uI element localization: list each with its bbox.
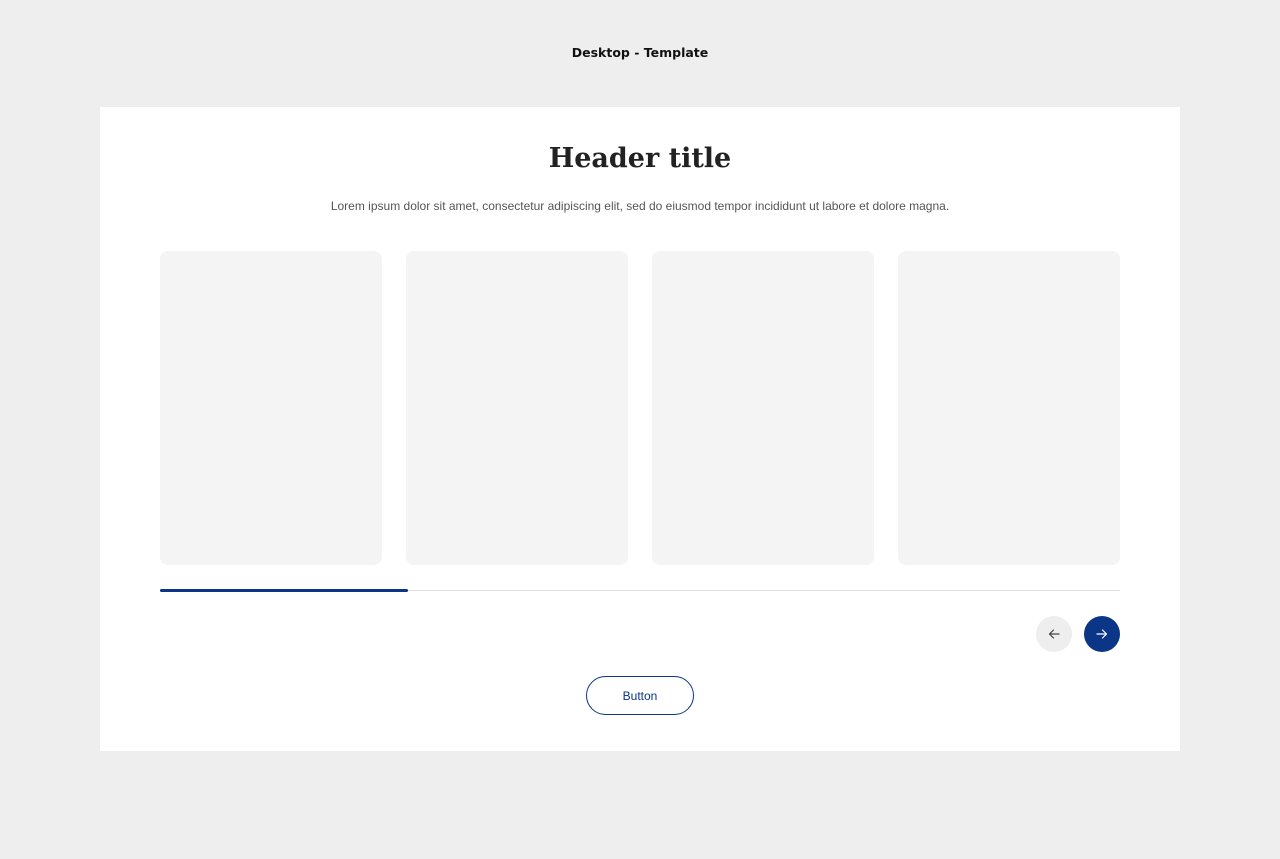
carousel-card[interactable] xyxy=(898,251,1120,565)
carousel-card[interactable] xyxy=(406,251,628,565)
header-title: Header title xyxy=(548,143,732,174)
arrow-right-icon xyxy=(1096,629,1108,639)
carousel-progress-fill xyxy=(160,589,408,592)
carousel-prev-button[interactable] xyxy=(1036,616,1072,652)
cta-button[interactable]: Button xyxy=(586,676,694,715)
carousel-cards xyxy=(160,251,1120,565)
carousel-card[interactable] xyxy=(652,251,874,565)
page-label: Desktop - Template xyxy=(571,45,709,60)
template-frame: Header title Lorem ipsum dolor sit amet,… xyxy=(100,107,1180,751)
carousel-progress-track[interactable] xyxy=(160,589,1120,592)
header-subtitle: Lorem ipsum dolor sit amet, consectetur … xyxy=(330,199,950,213)
arrow-left-icon xyxy=(1048,629,1060,639)
carousel-next-button[interactable] xyxy=(1084,616,1120,652)
carousel-card[interactable] xyxy=(160,251,382,565)
